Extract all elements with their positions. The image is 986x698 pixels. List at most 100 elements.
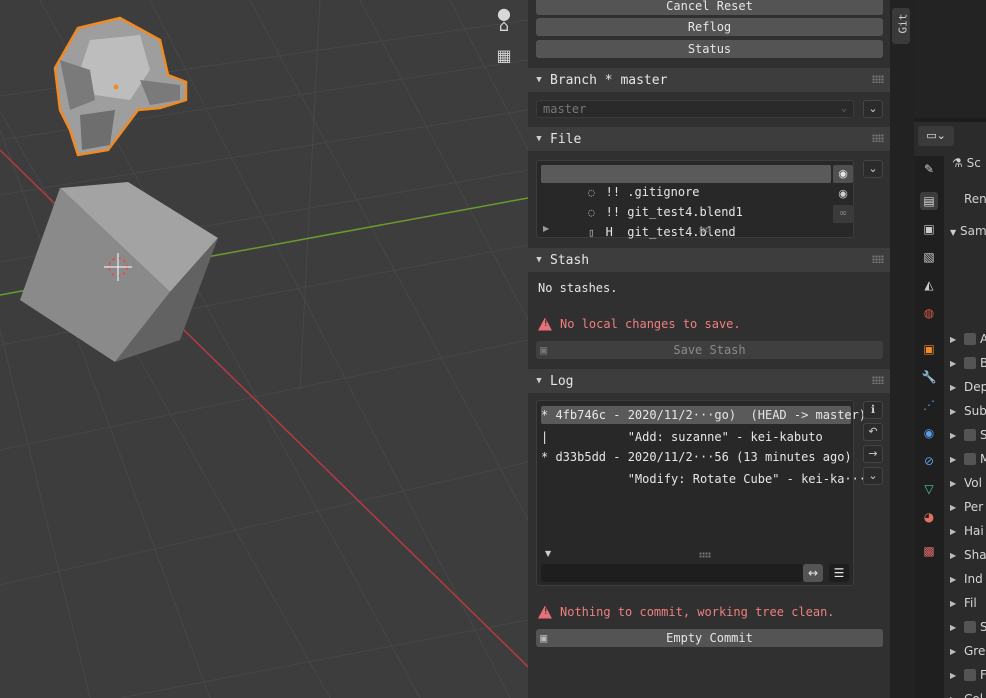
log-row[interactable]: "Modify: Rotate Cube" - kei-ka···: [541, 470, 866, 488]
panel-checkbox[interactable]: [964, 429, 976, 441]
properties-panel-row[interactable]: ▶ Sub: [950, 404, 986, 418]
eye-icon[interactable]: ◉: [833, 185, 853, 203]
tool-icon[interactable]: ✎: [920, 160, 938, 178]
texture-icon[interactable]: ▩: [920, 542, 938, 560]
save-stash-button[interactable]: ▣ Save Stash: [536, 341, 883, 359]
tab-git-label: Git: [896, 13, 910, 34]
panel-checkbox[interactable]: [964, 333, 976, 345]
menu-icon[interactable]: ☰: [829, 564, 849, 582]
physics-icon[interactable]: ◉: [920, 424, 938, 442]
scene-icon[interactable]: ◭: [920, 276, 938, 294]
empty-commit-label: Empty Commit: [666, 631, 753, 645]
properties-panel-row[interactable]: ▶ Ind: [950, 572, 983, 586]
stash-panel-header[interactable]: ▼ Stash: [528, 248, 890, 272]
log-row[interactable]: | "Add: suzanne" - kei-kabuto: [541, 428, 851, 446]
view-layer-icon[interactable]: ▧: [920, 248, 938, 266]
data-icon[interactable]: ▽: [920, 480, 938, 498]
panel-checkbox[interactable]: [964, 669, 976, 681]
properties-tabs: ✎ ▤ ▣ ▧ ◭ ◍ ▣ 🔧 ⋰ ◉ ⊘ ▽ ◕ ▩: [914, 156, 944, 698]
resize-grip-icon[interactable]: [699, 552, 711, 558]
properties-panel-row[interactable]: ▶ F: [950, 668, 986, 682]
log-menu-button[interactable]: ⌄: [863, 467, 883, 485]
properties-panel-row[interactable]: ▶ Fil: [950, 596, 977, 610]
properties-panel-row[interactable]: ▶ M: [950, 452, 986, 466]
render-icon[interactable]: ▤: [920, 192, 938, 210]
eye-icon[interactable]: ◉: [833, 165, 853, 183]
branch-dropdown[interactable]: master ⌄: [536, 100, 854, 118]
stash-warning: No local changes to save.: [538, 317, 741, 331]
properties-panel-row[interactable]: ▶ Per: [950, 500, 983, 514]
branch-panel-header[interactable]: ▼ Branch * master: [528, 68, 890, 92]
drag-grip-icon[interactable]: [872, 376, 884, 384]
expand-down-icon[interactable]: ▼: [545, 549, 551, 558]
properties-panel-row[interactable]: ▶ B: [950, 356, 986, 370]
log-filter-input[interactable]: [541, 564, 803, 582]
info-icon[interactable]: ℹ: [863, 401, 883, 419]
object-icon[interactable]: ▣: [920, 340, 938, 358]
panel-checkbox[interactable]: [964, 453, 976, 465]
cancel-reset-button[interactable]: Cancel Reset: [536, 0, 883, 15]
branch-menu-button[interactable]: ⌄: [863, 100, 883, 118]
status-button[interactable]: Status: [536, 40, 883, 58]
particles-icon[interactable]: ⋰: [920, 396, 938, 414]
branch-dropdown-value: master: [543, 102, 587, 116]
properties-panel-row[interactable]: ▶ Sha: [950, 548, 986, 562]
file-status: H: [605, 225, 621, 239]
expand-arrow-icon: ▶: [950, 646, 957, 656]
properties-panel-row[interactable]: ▶ Dep: [950, 380, 986, 394]
viewport-scene: [0, 0, 528, 698]
properties-panel-row[interactable]: ▶ S: [950, 428, 986, 442]
swap-icon[interactable]: ↔: [803, 564, 823, 582]
drag-grip-icon[interactable]: [872, 134, 884, 142]
3d-viewport[interactable]: ● ⌂ ▦: [0, 0, 528, 698]
grid-icon[interactable]: ▦: [491, 42, 517, 68]
warning-icon: [538, 605, 552, 619]
stash-icon: ▣: [540, 343, 548, 357]
panel-checkbox[interactable]: [964, 621, 976, 633]
collapse-arrow-icon: ▼: [536, 376, 542, 386]
file-menu-button[interactable]: ⌄: [863, 160, 883, 178]
modifier-icon[interactable]: 🔧: [920, 368, 938, 386]
log-panel-header[interactable]: ▼ Log: [528, 369, 890, 393]
sampling-panel-header[interactable]: ▼ Sam: [950, 224, 986, 238]
drag-grip-icon[interactable]: [872, 75, 884, 83]
reflog-button[interactable]: Reflog: [536, 18, 883, 36]
drag-grip-icon[interactable]: [872, 255, 884, 263]
properties-panel-row[interactable]: ▶ Gre: [950, 644, 985, 658]
file-list[interactable]: ◌ !! .gitignore ◌ !! git_test4.blend1 ▯ …: [536, 160, 854, 239]
properties-panel-label: Fil: [964, 596, 977, 610]
expand-arrow-icon[interactable]: ▶: [543, 224, 549, 233]
empty-commit-button[interactable]: ▣ Empty Commit: [536, 629, 883, 647]
panel-checkbox[interactable]: [964, 357, 976, 369]
file-panel-header[interactable]: ▼ File: [528, 127, 890, 151]
properties-panel-row[interactable]: ▶ S: [950, 620, 986, 634]
resize-grip-icon[interactable]: [699, 227, 711, 233]
arrow-right-icon[interactable]: →: [863, 445, 883, 463]
properties-panel-label: Dep: [964, 380, 986, 394]
file-row[interactable]: ◌ !! git_test4.blend1: [541, 185, 831, 219]
properties-panel-row[interactable]: ▶ Col: [950, 692, 983, 698]
collapse-arrow-icon: ▼: [950, 228, 957, 237]
properties-panel-row[interactable]: ▶ Hai: [950, 524, 984, 538]
material-icon[interactable]: ◕: [920, 508, 938, 526]
link-icon[interactable]: ∞: [833, 205, 853, 223]
properties-panel-label: M: [980, 452, 986, 466]
expand-arrow-icon: ▶: [950, 574, 957, 584]
commit-warning: Nothing to commit, working tree clean.: [538, 605, 835, 619]
expand-arrow-icon: ▶: [950, 334, 957, 344]
revert-icon[interactable]: ↶: [863, 423, 883, 441]
file-row[interactable]: ▯ H git_test4.blend: [541, 205, 831, 239]
camera-icon[interactable]: ⌂: [491, 12, 517, 38]
file-row[interactable]: ◌ !! .gitignore: [541, 165, 831, 199]
log-list[interactable]: * 4fb746c - 2020/11/2···go) (HEAD -> mas…: [536, 400, 866, 586]
properties-panel-row[interactable]: ▶ Vol: [950, 476, 982, 490]
properties-panel-row[interactable]: ▶ A: [950, 332, 986, 346]
world-icon[interactable]: ◍: [920, 304, 938, 322]
expand-arrow-icon: ▶: [950, 526, 957, 536]
log-row[interactable]: * d33b5dd - 2020/11/2···56 (13 minutes a…: [541, 448, 852, 466]
log-row[interactable]: * 4fb746c - 2020/11/2···go) (HEAD -> mas…: [541, 406, 866, 424]
tab-git[interactable]: Git: [892, 8, 910, 44]
output-icon[interactable]: ▣: [920, 220, 938, 238]
constraint-icon[interactable]: ⊘: [920, 452, 938, 470]
editor-type-dropdown[interactable]: ▭⌄: [918, 126, 954, 146]
